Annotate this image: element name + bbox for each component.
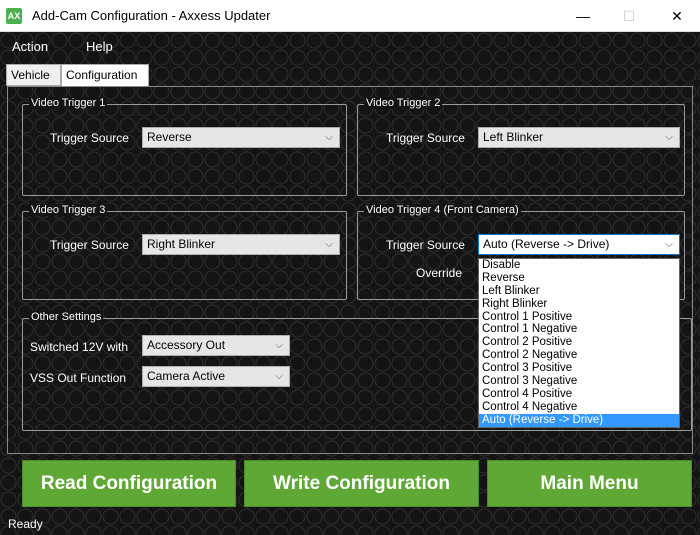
main-menu-button[interactable]: Main Menu — [487, 460, 692, 507]
video-trigger-2-group: Video Trigger 2 — [357, 97, 685, 196]
menu-action[interactable]: Action — [12, 39, 48, 54]
dropdown-option[interactable]: Disable — [479, 259, 679, 272]
chevron-down-icon: ⌵ — [275, 371, 283, 382]
trigger-source-label: Trigger Source — [386, 238, 465, 252]
read-configuration-button[interactable]: Read Configuration — [22, 460, 236, 507]
select-value: Camera Active — [147, 369, 226, 383]
select-value: Right Blinker — [147, 237, 216, 251]
override-label: Override — [416, 266, 463, 280]
vt2-trigger-source-select[interactable]: Left Blinker ⌵ — [478, 127, 680, 148]
trigger-source-label: Trigger Source — [50, 131, 129, 145]
status-text: Ready — [8, 517, 43, 531]
maximize-button: ☐ — [622, 8, 636, 24]
dropdown-option[interactable]: Left Blinker — [479, 285, 679, 298]
dropdown-option[interactable]: Control 1 Positive — [479, 311, 679, 324]
dropdown-option[interactable]: Control 3 Negative — [479, 375, 679, 388]
vt3-trigger-source-select[interactable]: Right Blinker ⌵ — [142, 234, 340, 255]
vt1-trigger-source-select[interactable]: Reverse ⌵ — [142, 127, 340, 148]
menu-bar: Action Help — [0, 32, 700, 62]
tab-vehicle[interactable]: Vehicle — [6, 64, 61, 86]
dropdown-option[interactable]: Reverse — [479, 272, 679, 285]
dropdown-option[interactable]: Control 2 Negative — [479, 349, 679, 362]
dropdown-option[interactable]: Control 2 Positive — [479, 336, 679, 349]
chevron-down-icon: ⌵ — [665, 239, 673, 250]
dropdown-option[interactable]: Control 3 Positive — [479, 362, 679, 375]
trigger-source-dropdown-list: Disable Reverse Left Blinker Right Blink… — [478, 258, 680, 428]
status-bar: Ready — [0, 514, 700, 535]
chevron-down-icon: ⌵ — [275, 340, 283, 351]
app-logo-icon: AX — [6, 8, 22, 24]
dropdown-option[interactable]: Right Blinker — [479, 298, 679, 311]
select-value: Auto (Reverse -> Drive) — [483, 237, 610, 251]
write-configuration-button[interactable]: Write Configuration — [244, 460, 479, 507]
window-title: Add-Cam Configuration - Axxess Updater — [32, 8, 271, 23]
chevron-down-icon: ⌵ — [665, 132, 673, 143]
chevron-down-icon: ⌵ — [325, 132, 333, 143]
dropdown-option[interactable]: Control 1 Negative — [479, 323, 679, 336]
tab-configuration[interactable]: Configuration — [61, 64, 149, 87]
trigger-source-label: Trigger Source — [50, 238, 129, 252]
group-title: Video Trigger 3 — [29, 204, 108, 216]
vt4-trigger-source-select[interactable]: Auto (Reverse -> Drive) ⌵ — [478, 234, 680, 255]
dropdown-option-selected[interactable]: Auto (Reverse -> Drive) — [479, 413, 679, 427]
switched-12v-label: Switched 12V with — [30, 340, 129, 354]
dropdown-option[interactable]: Control 4 Negative — [479, 401, 679, 414]
switched-12v-select[interactable]: Accessory Out ⌵ — [142, 335, 290, 356]
menu-help[interactable]: Help — [86, 39, 113, 54]
select-value: Left Blinker — [483, 130, 544, 144]
vss-out-function-label: VSS Out Function — [30, 371, 127, 385]
video-trigger-3-group: Video Trigger 3 — [22, 204, 347, 300]
chevron-down-icon: ⌵ — [325, 239, 333, 250]
group-title: Video Trigger 4 (Front Camera) — [364, 204, 521, 216]
group-title: Video Trigger 1 — [29, 97, 108, 109]
select-value: Reverse — [147, 130, 192, 144]
close-button[interactable]: ✕ — [654, 0, 700, 32]
group-title: Video Trigger 2 — [364, 97, 443, 109]
trigger-source-label: Trigger Source — [386, 131, 465, 145]
select-value: Accessory Out — [147, 338, 226, 352]
video-trigger-1-group: Video Trigger 1 — [22, 97, 347, 196]
vss-out-function-select[interactable]: Camera Active ⌵ — [142, 366, 290, 387]
dropdown-option[interactable]: Control 4 Positive — [479, 388, 679, 401]
title-bar: AX Add-Cam Configuration - Axxess Update… — [0, 0, 700, 32]
minimize-button[interactable]: — — [560, 0, 606, 32]
group-title: Other Settings — [29, 311, 104, 323]
